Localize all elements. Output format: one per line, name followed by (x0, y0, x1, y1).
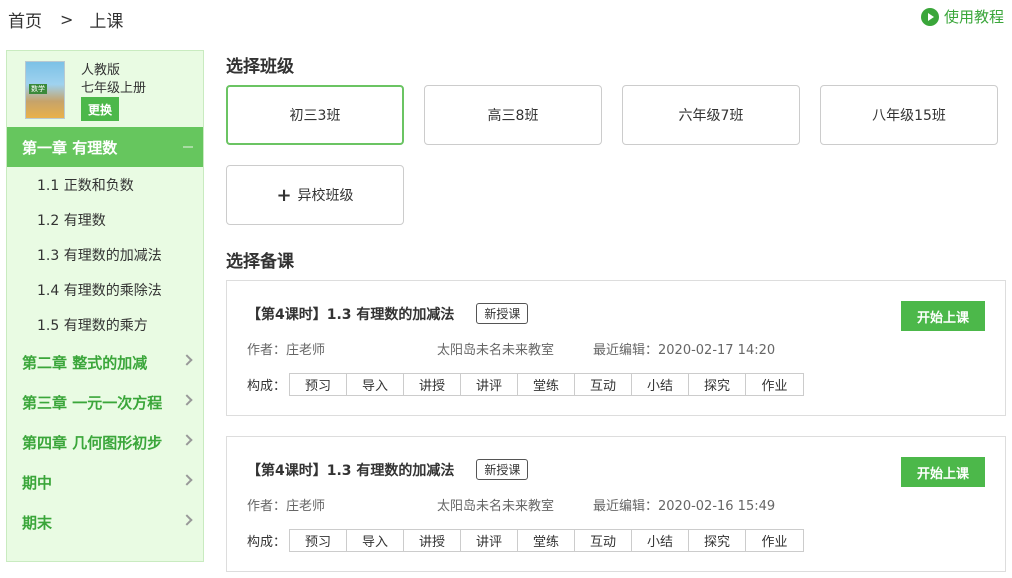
play-icon (920, 7, 939, 26)
select-class-heading: 选择班级 (226, 57, 294, 77)
lesson-author: 作者：庄老师 (247, 499, 326, 514)
breadcrumb-current: 上课 (89, 12, 124, 32)
chevron-right-icon (181, 514, 193, 526)
composition-item: 探究 (689, 374, 746, 395)
composition-label: 构成： (247, 535, 287, 550)
chapter-midterm[interactable]: 期中 (7, 462, 203, 502)
composition-list: 预习 导入 讲授 讲评 堂练 互动 小结 探究 作业 (289, 373, 804, 396)
class-button-2[interactable]: 高三8班 (424, 85, 602, 145)
class-button-4[interactable]: 八年级15班 (820, 85, 998, 145)
composition-item: 小结 (632, 374, 689, 395)
tutorial-label: 使用教程 (943, 8, 1004, 26)
lesson-title-text: 【第4课时】1.3 有理数的加减法 (247, 306, 455, 323)
other-school-label: 异校班级 (297, 188, 354, 204)
change-book-button[interactable]: 更换 (81, 97, 119, 121)
chapter-final[interactable]: 期末 (7, 502, 203, 542)
chapter-label: 期中 (22, 473, 53, 492)
book-grade: 七年级上册 (81, 81, 147, 96)
start-class-button[interactable]: 开始上课 (901, 301, 985, 331)
chevron-right-icon (181, 474, 193, 486)
composition-item: 讲授 (404, 374, 461, 395)
chapter-label: 第一章 有理数 (22, 138, 118, 157)
lesson-type-badge: 新授课 (476, 459, 529, 480)
breadcrumb-separator: > (60, 10, 74, 29)
breadcrumb-home[interactable]: 首页 (8, 7, 42, 32)
book-cover-tag: 数学 (29, 84, 47, 94)
chevron-right-icon (181, 434, 193, 446)
lesson-last-edited: 最近编辑：2020-02-17 14:20 (593, 343, 776, 358)
lesson-card: 【第4课时】1.3 有理数的加减法 新授课 开始上课 作者：庄老师 太阳岛未名未… (226, 280, 1006, 416)
lesson-card: 【第4课时】1.3 有理数的加减法 新授课 开始上课 作者：庄老师 太阳岛未名未… (226, 436, 1006, 572)
chevron-right-icon (181, 354, 193, 366)
other-school-class-button[interactable]: + 异校班级 (226, 165, 404, 225)
plus-icon: + (276, 184, 292, 206)
start-class-button[interactable]: 开始上课 (901, 457, 985, 487)
lesson-last-edited: 最近编辑：2020-02-16 15:49 (593, 499, 776, 514)
section-1-3[interactable]: 1.3 有理数的加减法 (7, 237, 203, 272)
lesson-title-text: 【第4课时】1.3 有理数的加减法 (247, 462, 455, 479)
section-1-2[interactable]: 1.2 有理数 (7, 202, 203, 237)
composition-item: 预习 (290, 374, 347, 395)
sidebar: 数学 人教版 七年级上册 更换 第一章 有理数 1.1 正数和负数 1.2 有理… (6, 50, 204, 562)
select-lesson-heading: 选择备课 (226, 252, 294, 272)
chapter-label: 期末 (22, 513, 53, 532)
tutorial-link[interactable]: 使用教程 (920, 6, 1004, 27)
section-1-5[interactable]: 1.5 有理数的乘方 (7, 307, 203, 342)
section-1-4[interactable]: 1.4 有理数的乘除法 (7, 272, 203, 307)
composition-label: 构成： (247, 379, 287, 394)
chevron-right-icon (181, 394, 193, 406)
chapter-3[interactable]: 第三章 一元一次方程 (7, 382, 203, 422)
composition-item: 堂练 (518, 530, 575, 551)
chapter-label: 第三章 一元一次方程 (22, 393, 163, 412)
section-1-1[interactable]: 1.1 正数和负数 (7, 167, 203, 202)
chapter-1[interactable]: 第一章 有理数 (7, 127, 203, 167)
lesson-author: 作者：庄老师 (247, 343, 326, 358)
lesson-title: 【第4课时】1.3 有理数的加减法 新授课 (247, 459, 529, 480)
composition-item: 互动 (575, 530, 632, 551)
lesson-classroom: 太阳岛未名未来教室 (437, 499, 555, 514)
chapter-label: 第二章 整式的加减 (22, 353, 148, 372)
chapter-2[interactable]: 第二章 整式的加减 (7, 342, 203, 382)
composition-item: 互动 (575, 374, 632, 395)
composition-item: 导入 (347, 374, 404, 395)
book-cover: 数学 (25, 61, 65, 119)
composition-item: 堂练 (518, 374, 575, 395)
lesson-type-badge: 新授课 (476, 303, 529, 324)
lesson-classroom: 太阳岛未名未来教室 (437, 343, 555, 358)
composition-list: 预习 导入 讲授 讲评 堂练 互动 小结 探究 作业 (289, 529, 804, 552)
chapter-4[interactable]: 第四章 几何图形初步 (7, 422, 203, 462)
composition-item: 讲评 (461, 530, 518, 551)
class-button-3[interactable]: 六年级7班 (622, 85, 800, 145)
composition-item: 作业 (761, 379, 788, 394)
book-publisher: 人教版 (81, 63, 121, 78)
composition-item: 讲授 (404, 530, 461, 551)
chapter-label: 第四章 几何图形初步 (22, 433, 163, 452)
composition-item: 预习 (290, 530, 347, 551)
composition-item: 作业 (761, 535, 788, 550)
class-button-1[interactable]: 初三3班 (226, 85, 404, 145)
lesson-title: 【第4课时】1.3 有理数的加减法 新授课 (247, 303, 529, 324)
book-info: 数学 人教版 七年级上册 更换 (7, 51, 203, 127)
collapse-icon (183, 146, 193, 148)
composition-item: 导入 (347, 530, 404, 551)
composition-item: 探究 (689, 530, 746, 551)
composition-item: 讲评 (461, 374, 518, 395)
breadcrumb: 首页 > 上课 (8, 7, 123, 32)
composition-item: 小结 (632, 530, 689, 551)
